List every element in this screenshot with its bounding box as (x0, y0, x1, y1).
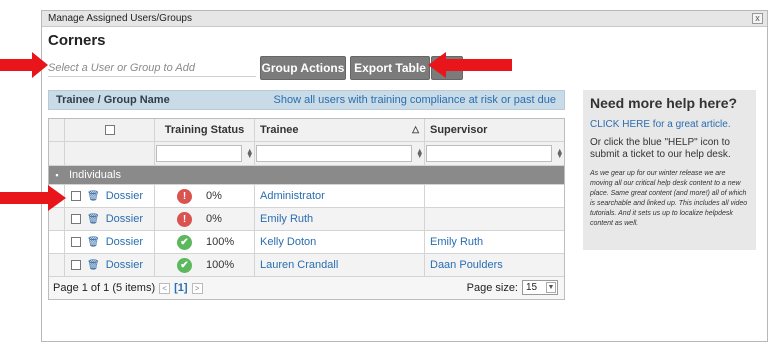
dialog-titlebar: Manage Assigned Users/Groups x (42, 11, 767, 27)
export-table-button[interactable]: Export Table (350, 56, 430, 80)
check-icon: ✔ (177, 234, 192, 250)
pager-summary: Page 1 of 1 (5 items) (53, 282, 156, 294)
user-group-search-input[interactable] (48, 59, 256, 77)
grid-header-band: Trainee / Group Name Show all users with… (48, 90, 565, 110)
group-label: Individuals (69, 169, 121, 181)
help-title: Need more help here? (590, 95, 738, 111)
row-checkbox[interactable] (71, 214, 81, 224)
dialog-title: Manage Assigned Users/Groups (48, 13, 192, 24)
collapse-icon[interactable]: ▪ (49, 170, 65, 180)
column-supervisor[interactable]: Supervisor (425, 119, 564, 141)
annotation-arrow-icon (428, 52, 512, 78)
row-checkbox[interactable] (71, 237, 81, 247)
row-name-link[interactable]: Dossier (106, 190, 143, 202)
trainee-link[interactable]: Administrator (255, 190, 325, 202)
trash-icon[interactable]: 🗑 (87, 237, 100, 248)
table-row: 🗑 Dossier ! 0% Administrator (49, 185, 564, 208)
trash-icon[interactable]: 🗑 (87, 260, 100, 271)
manage-users-dialog: Manage Assigned Users/Groups x Corners G… (41, 10, 768, 342)
users-grid: Training Status Trainee △ Supervisor ⧫ ⧫ … (48, 118, 565, 300)
page-title: Corners (48, 32, 106, 49)
grid-column-headers: Training Status Trainee △ Supervisor (49, 119, 564, 142)
select-all-cell (65, 119, 155, 141)
page-size-label: Page size: (466, 281, 518, 294)
annotation-arrow-icon (0, 185, 66, 211)
warning-icon: ! (177, 211, 192, 227)
help-note: As we gear up for our winter release we … (590, 170, 748, 227)
table-row: 🗑 Dossier ! 0% Emily Ruth (49, 208, 564, 231)
filter-icon[interactable]: ⧫ (248, 148, 252, 159)
help-article-link[interactable]: CLICK HERE for a great article. (590, 119, 749, 130)
current-page-link[interactable]: [1] (174, 282, 187, 294)
column-trainee-label: Trainee (260, 124, 299, 136)
grid-pager: Page 1 of 1 (5 items) < [1] > Page size:… (49, 277, 564, 299)
trainee-link[interactable]: Lauren Crandall (255, 259, 338, 271)
annotation-arrow-icon (0, 52, 48, 78)
warning-icon: ! (177, 188, 192, 204)
group-actions-button[interactable]: Group Actions (260, 56, 346, 80)
filter-icon[interactable]: ⧫ (558, 148, 562, 159)
table-row: 🗑 Dossier ✔ 100% Lauren Crandall Daan Poul… (49, 254, 564, 277)
supervisor-filter[interactable] (426, 145, 552, 162)
status-percent: 100% (206, 259, 235, 271)
row-name-link[interactable]: Dossier (106, 213, 143, 225)
close-icon[interactable]: x (752, 13, 763, 24)
filter-icon[interactable]: ⧫ (418, 148, 422, 159)
check-icon: ✔ (177, 257, 192, 273)
filter-row: ⧫ ⧫ ⧫ (49, 142, 564, 166)
trainee-filter[interactable] (256, 145, 412, 162)
trainee-link[interactable]: Emily Ruth (255, 213, 313, 225)
trainee-link[interactable]: Kelly Doton (255, 236, 316, 248)
row-name-link[interactable]: Dossier (106, 236, 143, 248)
trash-icon[interactable]: 🗑 (87, 191, 100, 202)
status-percent: 0% (206, 213, 222, 225)
supervisor-link[interactable]: Emily Ruth (425, 236, 483, 248)
status-percent: 100% (206, 236, 235, 248)
page-size-control: Page size: 15 ▼ (467, 280, 558, 295)
status-percent: 0% (206, 190, 222, 202)
column-training-status[interactable]: Training Status (155, 119, 255, 141)
supervisor-link[interactable]: Daan Poulders (425, 259, 503, 271)
row-checkbox[interactable] (71, 260, 81, 270)
help-panel: Need more help here? CLICK HERE for a gr… (583, 90, 756, 250)
show-at-risk-link[interactable]: Show all users with training compliance … (274, 94, 556, 106)
table-row: 🗑 Dossier ✔ 100% Kelly Doton Emily Ruth (49, 231, 564, 254)
column-trainee[interactable]: Trainee △ (255, 119, 425, 141)
select-all-checkbox[interactable] (104, 125, 115, 135)
prev-page-button[interactable]: < (159, 282, 171, 294)
page-size-select[interactable]: 15 ▼ (522, 280, 558, 295)
sort-asc-icon: △ (412, 124, 419, 134)
grid-header-title: Trainee / Group Name (56, 94, 170, 106)
trash-icon[interactable]: 🗑 (87, 214, 100, 225)
next-page-button[interactable]: > (191, 282, 203, 294)
training-status-filter[interactable] (156, 145, 242, 162)
row-name-link[interactable]: Dossier (106, 259, 143, 271)
help-text: Or click the blue "HELP" icon to submit … (590, 137, 731, 160)
chevron-down-icon[interactable]: ▼ (546, 282, 556, 293)
row-checkbox[interactable] (71, 191, 81, 201)
page-size-value: 15 (526, 282, 538, 293)
group-row-individuals[interactable]: ▪ Individuals (49, 166, 564, 185)
